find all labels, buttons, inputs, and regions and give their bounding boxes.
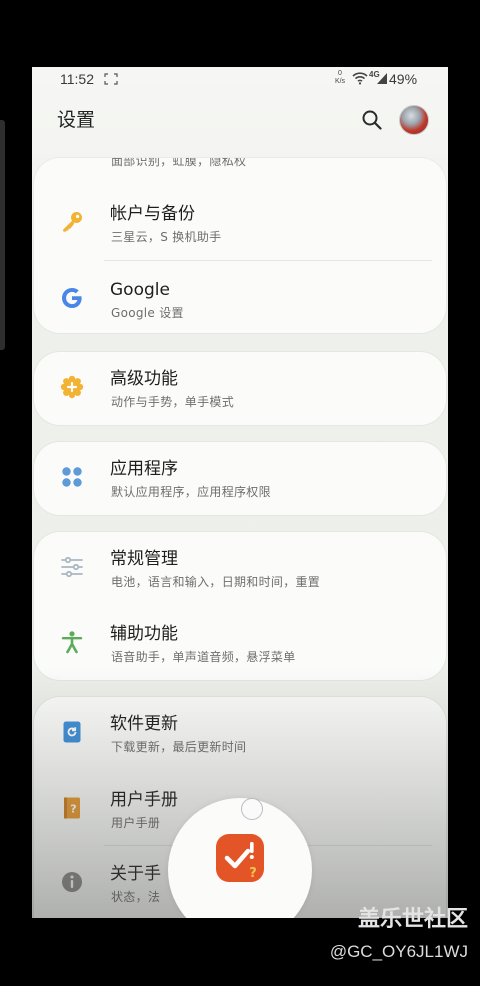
- item-subtitle: 动作与手势，单手模式: [111, 395, 235, 409]
- settings-card-apps: 应用程序 默认应用程序，应用程序权限: [34, 442, 446, 515]
- item-title: 应用程序: [110, 459, 178, 479]
- apps-icon: [60, 465, 84, 489]
- software-update-icon: [60, 720, 84, 744]
- net-speed-value: 0: [338, 70, 342, 77]
- watermark-handle: @GC_OY6JL1WJ: [329, 942, 468, 961]
- net-speed: 0 K/s: [332, 70, 348, 86]
- bubble-dismiss-icon[interactable]: [241, 798, 263, 820]
- item-subtitle: 默认应用程序，应用程序权限: [111, 485, 271, 499]
- screenshot-frame-icon: [104, 73, 118, 85]
- item-title: Google: [110, 280, 170, 300]
- settings-item-accessibility[interactable]: 辅助功能 语音助手，单声道音频，悬浮菜单: [34, 607, 446, 680]
- battery-level: 49%: [389, 71, 418, 87]
- accessibility-icon: [60, 630, 84, 654]
- settings-card-accounts: 面部识别，虹膜，隐私权 帐户与备份 三星云，S 换机助手 Google Goog…: [34, 158, 446, 333]
- item-title: 关于手: [110, 864, 161, 884]
- settings-card-advanced: 高级功能 动作与手势，单手模式: [34, 352, 446, 425]
- search-button[interactable]: [360, 108, 384, 132]
- partial-row-subtitle: 面部识别，虹膜，隐私权: [111, 158, 247, 168]
- settings-item-general-management[interactable]: 常规管理 电池，语言和输入，日期和时间，重置: [34, 532, 446, 606]
- settings-item-apps[interactable]: 应用程序 默认应用程序，应用程序权限: [34, 442, 446, 515]
- key-icon: [60, 210, 84, 234]
- settings-item-software-update[interactable]: 软件更新 下载更新，最后更新时间: [34, 697, 446, 771]
- item-subtitle: 状态，法: [111, 890, 161, 904]
- item-title: 软件更新: [110, 714, 178, 734]
- watermark-title: 盖乐世社区: [357, 907, 468, 932]
- item-subtitle: 电池，语言和输入，日期和时间，重置: [111, 575, 321, 589]
- settings-item-advanced-features[interactable]: 高级功能 动作与手势，单手模式: [34, 352, 446, 425]
- item-subtitle: 三星云，S 换机助手: [111, 230, 222, 244]
- divider: [104, 260, 432, 261]
- status-time: 11:52: [60, 71, 94, 87]
- advanced-features-icon: [60, 375, 84, 399]
- avatar[interactable]: [399, 105, 429, 135]
- item-subtitle: Google 设置: [111, 306, 184, 320]
- settings-item-google[interactable]: Google Google 设置: [34, 263, 446, 333]
- wifi-icon: [352, 72, 368, 85]
- samsung-members-icon: ?: [216, 834, 264, 882]
- google-g-icon: [60, 286, 84, 310]
- info-icon: [60, 870, 84, 894]
- settings-card-general: 常规管理 电池，语言和输入，日期和时间，重置 辅助功能 语音助手，单声道音频，悬…: [34, 532, 446, 680]
- svg-text:?: ?: [70, 803, 76, 816]
- sliders-icon: [60, 555, 84, 579]
- phone-edge: [0, 120, 5, 350]
- item-subtitle: 用户手册: [111, 816, 161, 830]
- item-subtitle: 语音助手，单声道音频，悬浮菜单: [111, 650, 296, 664]
- page-title: 设置: [57, 109, 96, 131]
- item-title: 高级功能: [110, 369, 178, 389]
- item-title: 帐户与备份: [110, 204, 195, 224]
- user-manual-icon: ?: [60, 796, 84, 820]
- item-title: 常规管理: [110, 549, 178, 569]
- signal-icon: [377, 73, 387, 84]
- net-speed-unit: K/s: [334, 78, 346, 85]
- svg-text:?: ?: [249, 866, 257, 881]
- item-title: 用户手册: [110, 790, 178, 810]
- search-icon: [362, 110, 382, 130]
- item-subtitle: 下载更新，最后更新时间: [111, 740, 247, 754]
- status-bar: 11:52 0 K/s 4G 49%: [32, 67, 448, 92]
- settings-screen: 11:52 0 K/s 4G 49% 设置 面部识别，虹膜，隐私权 帐户与备份 …: [32, 67, 448, 918]
- item-title: 辅助功能: [110, 624, 178, 644]
- settings-item-accounts-backup[interactable]: 帐户与备份 三星云，S 换机助手: [34, 187, 446, 261]
